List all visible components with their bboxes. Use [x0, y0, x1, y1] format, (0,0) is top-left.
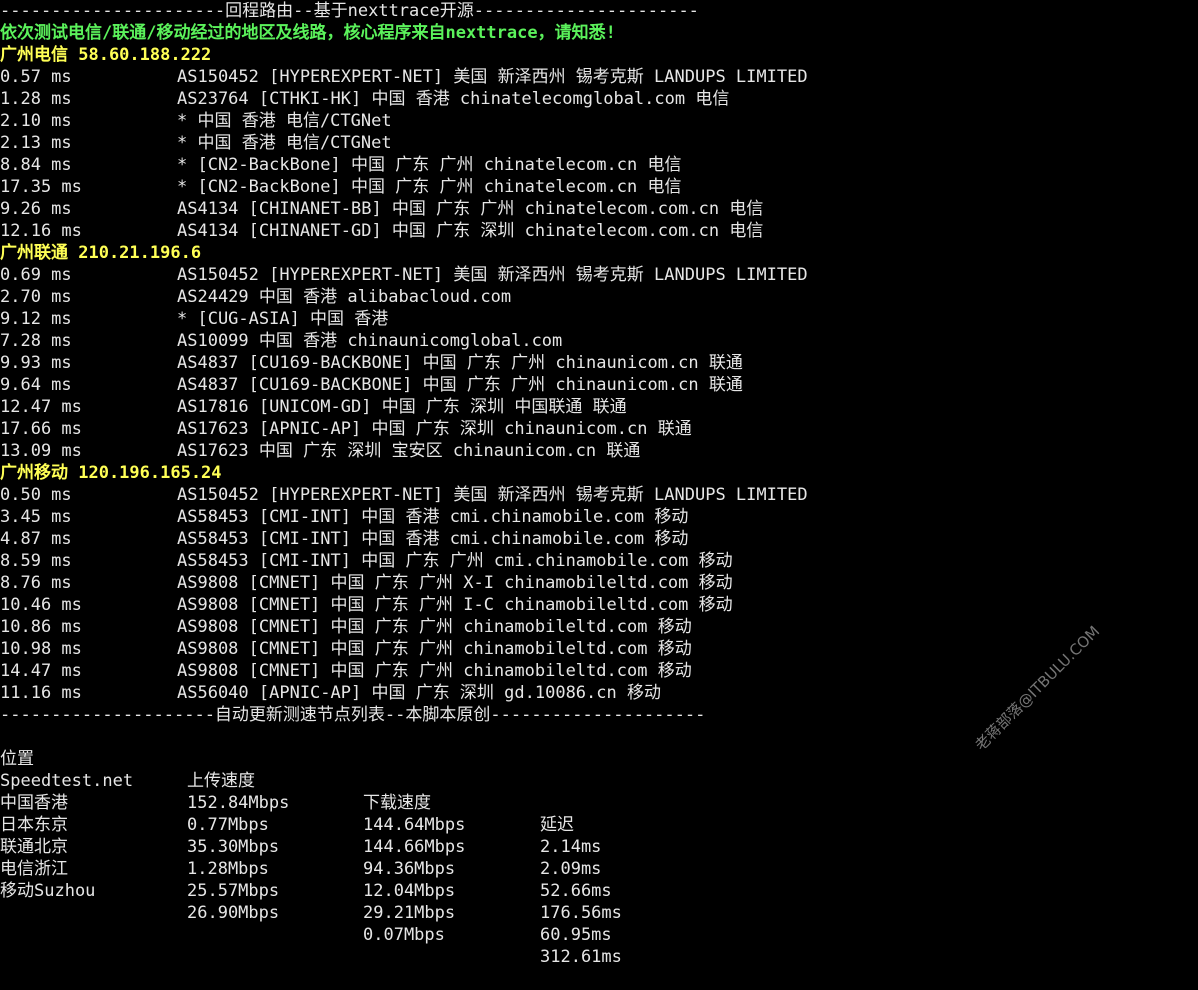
cell-latency: 312.61ms	[540, 947, 622, 967]
hop-latency: 9.93 ms	[0, 353, 72, 373]
speedtest-header-line: ---------------------自动更新测速节点列表--本脚本原创--…	[0, 705, 706, 725]
speedtest-row: 联通北京 1.28Mbps 12.04Mbps 176.56ms	[0, 814, 622, 923]
hop-info: AS150452 [HYPEREXPERT-NET] 美国 新泽西州 锡考克斯 …	[177, 265, 808, 285]
speedtest-row: 中国香港 0.77Mbps 144.66Mbps 2.09ms	[0, 770, 601, 879]
cell-upload: 35.30Mbps	[187, 837, 280, 857]
group-title-unicom: 广州联通 210.21.196.6	[0, 243, 202, 263]
speedtest-row: 电信浙江 25.57Mbps 29.21Mbps 60.95ms	[0, 836, 612, 945]
hop-info: AS56040 [APNIC-AP] 中国 广东 深圳 gd.10086.cn …	[177, 683, 661, 703]
group-title-mobile: 广州移动 120.196.165.24	[0, 463, 222, 483]
cell-latency: 176.56ms	[540, 903, 622, 923]
hop-info: AS150452 [HYPEREXPERT-NET] 美国 新泽西州 锡考克斯 …	[177, 485, 808, 505]
hop-info: AS17623 中国 广东 深圳 宝安区 chinaunicom.cn 联通	[177, 441, 641, 461]
hop-info: AS23764 [CTHKI-HK] 中国 香港 chinatelecomglo…	[177, 89, 730, 109]
cell-latency: 2.14ms	[540, 837, 602, 857]
cell-latency: 52.66ms	[540, 881, 612, 901]
hop-latency: 13.09 ms	[0, 441, 82, 461]
hop-info: AS4837 [CU169-BACKBONE] 中国 广东 广州 chinaun…	[177, 375, 743, 395]
hop-info: * [CN2-BackBone] 中国 广东 广州 chinatelecom.c…	[177, 155, 682, 175]
hop-latency: 10.98 ms	[0, 639, 82, 659]
hop-info: AS150452 [HYPEREXPERT-NET] 美国 新泽西州 锡考克斯 …	[177, 67, 808, 87]
hop-latency: 9.26 ms	[0, 199, 72, 219]
cell-download: 144.66Mbps	[363, 837, 466, 857]
hop-latency: 0.57 ms	[0, 67, 72, 87]
cell-download: 29.21Mbps	[363, 903, 456, 923]
hop-latency: 10.46 ms	[0, 595, 82, 615]
hop-latency: 10.86 ms	[0, 617, 82, 637]
speedtest-row: 日本东京 35.30Mbps 94.36Mbps 52.66ms	[0, 792, 612, 901]
hop-latency: 12.47 ms	[0, 397, 82, 417]
hop-info: * 中国 香港 电信/CTGNet	[177, 111, 392, 131]
col-upload: 上传速度	[187, 771, 255, 791]
hop-latency: 2.70 ms	[0, 287, 72, 307]
hop-latency: 4.87 ms	[0, 529, 72, 549]
cell-upload: 152.84Mbps	[187, 793, 290, 813]
hop-latency: 11.16 ms	[0, 683, 82, 703]
hop-info: AS4837 [CU169-BACKBONE] 中国 广东 广州 chinaun…	[177, 353, 743, 373]
hop-info: AS4134 [CHINANET-BB] 中国 广东 广州 chinatelec…	[177, 199, 764, 219]
hop-latency: 8.59 ms	[0, 551, 72, 571]
hop-latency: 7.28 ms	[0, 331, 72, 351]
hop-info: * 中国 香港 电信/CTGNet	[177, 133, 392, 153]
cell-download: 144.64Mbps	[363, 815, 466, 835]
hop-info: AS58453 [CMI-INT] 中国 香港 cmi.chinamobile.…	[177, 507, 689, 527]
hop-info: AS4134 [CHINANET-GD] 中国 广东 深圳 chinatelec…	[177, 221, 764, 241]
hop-info: * [CN2-BackBone] 中国 广东 广州 chinatelecom.c…	[177, 177, 682, 197]
notice-line: 依次测试电信/联通/移动经过的地区及线路，核心程序来自nexttrace，请知悉…	[0, 23, 616, 43]
hop-latency: 2.10 ms	[0, 111, 72, 131]
hop-latency: 8.84 ms	[0, 155, 72, 175]
cell-upload: 1.28Mbps	[187, 859, 269, 879]
hop-info: AS17816 [UNICOM-GD] 中国 广东 深圳 中国联通 联通	[177, 397, 627, 417]
cell-location: 移动Suzhou	[0, 881, 96, 901]
hop-info: * [CUG-ASIA] 中国 香港	[177, 309, 389, 329]
hop-latency: 3.45 ms	[0, 507, 72, 527]
hop-latency: 9.64 ms	[0, 375, 72, 395]
cell-upload: 25.57Mbps	[187, 881, 280, 901]
hop-latency: 2.13 ms	[0, 133, 72, 153]
hop-latency: 17.66 ms	[0, 419, 82, 439]
group-title-telecom: 广州电信 58.60.188.222	[0, 45, 212, 65]
hop-latency: 1.28 ms	[0, 89, 72, 109]
speedtest-row: Speedtest.net 152.84Mbps 144.64Mbps 2.14…	[0, 748, 601, 857]
hop-info: AS9808 [CMNET] 中国 广东 广州 chinamobileltd.c…	[177, 661, 692, 681]
cell-upload: 26.90Mbps	[187, 903, 280, 923]
col-latency: 延迟	[540, 815, 574, 835]
watermark: 老蒋部落@ITBULU.COM	[971, 622, 1104, 755]
hop-info: AS24429 中国 香港 alibabacloud.com	[177, 287, 512, 307]
hop-info: AS9808 [CMNET] 中国 广东 广州 chinamobileltd.c…	[177, 639, 692, 659]
route-header-line: ----------------------回程路由--基于nexttrace开…	[0, 1, 699, 21]
cell-upload: 0.77Mbps	[187, 815, 269, 835]
speedtest-row: 移动Suzhou 26.90Mbps 0.07Mbps 312.61ms	[0, 858, 622, 967]
hop-info: AS10099 中国 香港 chinaunicomglobal.com	[177, 331, 563, 351]
hop-latency: 8.76 ms	[0, 573, 72, 593]
hop-info: AS9808 [CMNET] 中国 广东 广州 chinamobileltd.c…	[177, 617, 692, 637]
hop-latency: 17.35 ms	[0, 177, 82, 197]
cell-download: 94.36Mbps	[363, 859, 456, 879]
hop-info: AS58453 [CMI-INT] 中国 广东 广州 cmi.chinamobi…	[177, 551, 733, 571]
cell-latency: 60.95ms	[540, 925, 612, 945]
hop-latency: 14.47 ms	[0, 661, 82, 681]
hop-latency: 9.12 ms	[0, 309, 72, 329]
hop-latency: 12.16 ms	[0, 221, 82, 241]
col-download: 下载速度	[363, 793, 431, 813]
hop-latency: 0.69 ms	[0, 265, 72, 285]
cell-latency: 2.09ms	[540, 859, 602, 879]
hop-latency: 0.50 ms	[0, 485, 72, 505]
speedtest-column-headers: 位置 上传速度 下载速度 延迟	[0, 726, 574, 835]
hop-info: AS58453 [CMI-INT] 中国 香港 cmi.chinamobile.…	[177, 529, 689, 549]
cell-download: 12.04Mbps	[363, 881, 456, 901]
cell-download: 0.07Mbps	[363, 925, 445, 945]
hop-info: AS9808 [CMNET] 中国 广东 广州 I-C chinamobilel…	[177, 595, 733, 615]
hop-info: AS17623 [APNIC-AP] 中国 广东 深圳 chinaunicom.…	[177, 419, 692, 439]
hop-info: AS9808 [CMNET] 中国 广东 广州 X-I chinamobilel…	[177, 573, 733, 593]
